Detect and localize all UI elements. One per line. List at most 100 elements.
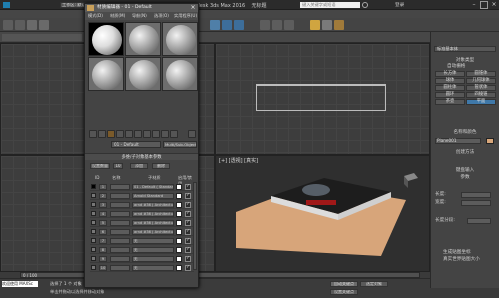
- put-to-library-icon[interactable]: [134, 130, 142, 138]
- submaterial-name-field[interactable]: [110, 238, 130, 244]
- set-number-button[interactable]: 设置数量: [90, 163, 110, 169]
- submaterial-button[interactable]: 无: [132, 247, 174, 253]
- submaterial-color-swatch[interactable]: [176, 238, 182, 244]
- teapot-button[interactable]: 茶壶: [435, 99, 465, 105]
- real-world-map-checkbox[interactable]: 真实世界贴图大小: [435, 257, 495, 263]
- submaterial-color-swatch[interactable]: [176, 184, 182, 190]
- submaterial-id[interactable]: 10: [99, 265, 107, 271]
- submaterial-enable-checkbox[interactable]: ✓: [185, 229, 191, 235]
- submaterial-id[interactable]: 3: [99, 202, 107, 208]
- material-slot-1[interactable]: [88, 22, 124, 56]
- submaterial-id[interactable]: 5: [99, 220, 107, 226]
- unlink-icon[interactable]: [39, 20, 49, 30]
- go-to-parent-icon[interactable]: [161, 130, 169, 138]
- make-unique-icon[interactable]: [125, 130, 133, 138]
- submaterial-id[interactable]: 9: [99, 256, 107, 262]
- submaterial-button[interactable]: Arnold Standard: [132, 193, 174, 199]
- select-move-icon[interactable]: [210, 20, 220, 30]
- submaterial-swatch[interactable]: [91, 202, 96, 207]
- reset-map-icon[interactable]: [116, 130, 124, 138]
- column-submaterial[interactable]: 子材质: [148, 175, 161, 181]
- submaterial-enable-checkbox[interactable]: ✓: [185, 256, 191, 262]
- submaterial-swatch[interactable]: [91, 247, 96, 252]
- submaterial-id[interactable]: 7: [99, 238, 107, 244]
- submaterial-enable-checkbox[interactable]: ✓: [185, 220, 191, 226]
- multi-sub-rollout[interactable]: 多维/子对象基本参数: [85, 153, 198, 160]
- redo-icon[interactable]: [15, 20, 25, 30]
- submaterial-enable-checkbox[interactable]: ✓: [185, 247, 191, 253]
- submaterial-name-field[interactable]: [110, 229, 130, 235]
- pyramid-button[interactable]: 四棱锥: [466, 92, 496, 98]
- search-icon[interactable]: [362, 2, 368, 8]
- name-color-rollout[interactable]: 名称和颜色: [435, 130, 495, 136]
- maximize-button[interactable]: [480, 1, 488, 9]
- keyboard-entry-rollout[interactable]: 键盘输入: [435, 168, 495, 174]
- menu-navigation[interactable]: 导航(N): [132, 13, 147, 19]
- delete-button[interactable]: 删除: [152, 163, 170, 169]
- submaterial-name-field[interactable]: [110, 256, 130, 262]
- submaterial-button[interactable]: 无: [132, 238, 174, 244]
- object-color-swatch[interactable]: [486, 138, 494, 144]
- submaterial-color-swatch[interactable]: [176, 256, 182, 262]
- submaterial-enable-checkbox[interactable]: ✓: [185, 265, 191, 271]
- material-editor-icon[interactable]: [310, 20, 320, 30]
- submaterial-swatch[interactable]: [91, 229, 96, 234]
- app-logo-icon[interactable]: [3, 2, 10, 8]
- submaterial-button[interactable]: arnd #36 ( Architectural ): [132, 220, 174, 226]
- submaterial-id[interactable]: 1: [99, 184, 107, 190]
- ribbon-tab[interactable]: [2, 34, 82, 41]
- length-spinner[interactable]: [461, 192, 491, 198]
- submaterial-swatch[interactable]: [91, 256, 96, 261]
- submaterial-name-field[interactable]: [110, 184, 130, 190]
- autogrid-checkbox[interactable]: 自动栅格: [435, 64, 495, 70]
- submaterial-button[interactable]: 无: [132, 256, 174, 262]
- menu-mode[interactable]: 模式(D): [88, 13, 103, 19]
- width-spinner[interactable]: [461, 200, 491, 206]
- sphere-button[interactable]: 球体: [435, 78, 465, 84]
- selected-dropdown[interactable]: 选定对象: [360, 281, 388, 287]
- submaterial-enable-checkbox[interactable]: ✓: [185, 211, 191, 217]
- submaterial-id[interactable]: 8: [99, 247, 107, 253]
- torus-button[interactable]: 圆环: [435, 92, 465, 98]
- menu-material[interactable]: 材质(M): [110, 13, 125, 19]
- viewport-front[interactable]: [215, 43, 430, 155]
- angle-snap-icon[interactable]: [272, 20, 282, 30]
- parameters-rollout[interactable]: 参数: [435, 175, 495, 181]
- submaterial-name-field[interactable]: [110, 220, 130, 226]
- material-slot-6[interactable]: [162, 57, 198, 91]
- geosphere-button[interactable]: 几何球体: [466, 78, 496, 84]
- render-setup-icon[interactable]: [322, 20, 332, 30]
- submaterial-swatch[interactable]: [91, 211, 96, 216]
- submaterial-name-field[interactable]: [110, 202, 130, 208]
- column-id[interactable]: ID: [95, 175, 99, 180]
- pick-material-icon[interactable]: [188, 130, 196, 138]
- submaterial-button[interactable]: arnd #36 ( Architectural ): [132, 211, 174, 217]
- cone-button[interactable]: 圆锥体: [466, 71, 496, 77]
- submaterial-enable-checkbox[interactable]: ✓: [185, 184, 191, 190]
- menu-options[interactable]: 选项(O): [154, 13, 169, 19]
- put-to-scene-icon[interactable]: [98, 130, 106, 138]
- go-forward-icon[interactable]: [170, 130, 178, 138]
- submaterial-color-swatch[interactable]: [176, 193, 182, 199]
- submaterial-id[interactable]: 6: [99, 229, 107, 235]
- autokey-button[interactable]: 自动关键点: [330, 281, 358, 287]
- render-icon[interactable]: [334, 20, 344, 30]
- material-editor-close-button[interactable]: ×: [189, 4, 197, 12]
- login-link[interactable]: 登录: [395, 2, 404, 8]
- undo-icon[interactable]: [3, 20, 13, 30]
- submaterial-button[interactable]: 01 - Default ( Standard ): [132, 184, 174, 190]
- primitive-type-dropdown[interactable]: 标准基本体: [434, 46, 496, 52]
- material-slot-3[interactable]: [162, 22, 198, 56]
- column-name[interactable]: 名称: [112, 175, 120, 181]
- creation-method-rollout[interactable]: 创建方法: [435, 150, 495, 156]
- submaterial-swatch[interactable]: [91, 238, 96, 243]
- get-material-icon[interactable]: [89, 130, 97, 138]
- submaterial-id[interactable]: 4: [99, 211, 107, 217]
- submaterial-id[interactable]: 2: [99, 193, 107, 199]
- submaterial-color-swatch[interactable]: [176, 202, 182, 208]
- rotate-icon[interactable]: [222, 20, 232, 30]
- search-input[interactable]: 键入关键字或短语: [300, 2, 360, 8]
- cylinder-button[interactable]: 圆柱体: [435, 85, 465, 91]
- scale-icon[interactable]: [234, 20, 244, 30]
- submaterial-button[interactable]: arnd #36 ( Architectural ): [132, 202, 174, 208]
